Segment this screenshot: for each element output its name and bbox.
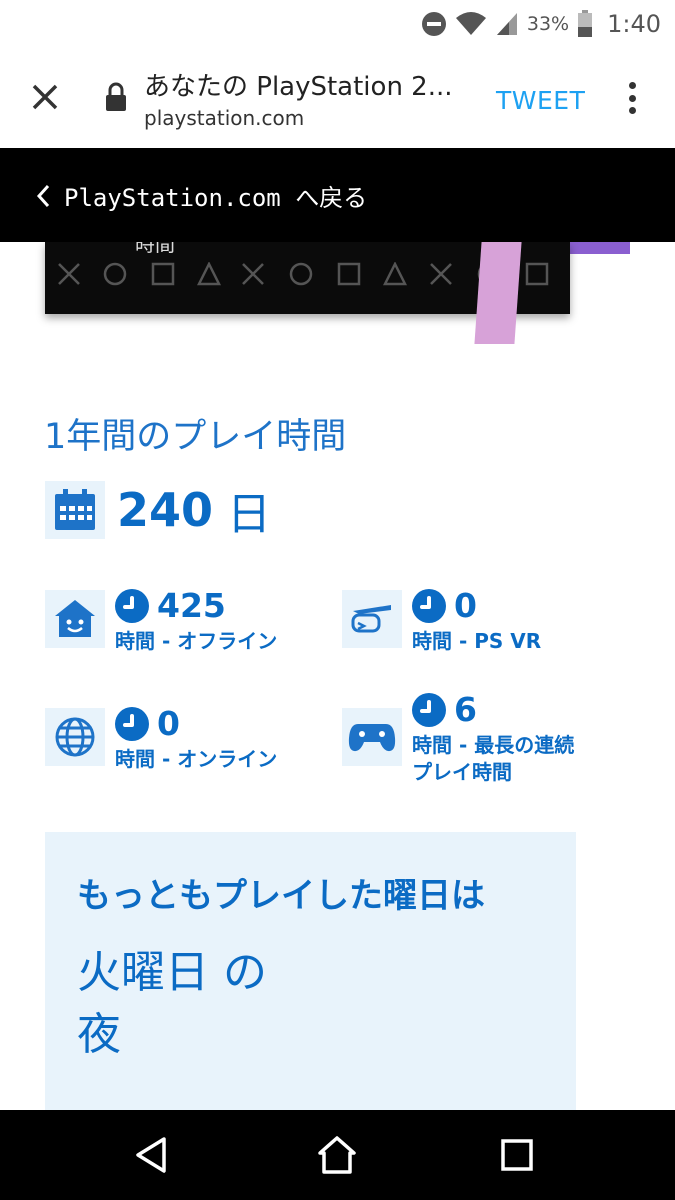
longest-session-value: 6 (454, 690, 477, 729)
clock-icon (115, 589, 149, 623)
do-not-disturb-icon (421, 12, 446, 36)
most-played-time: 夜 (77, 1009, 121, 1060)
clock-icon (412, 589, 446, 623)
chevron-left-icon (36, 184, 50, 207)
tweet-button[interactable]: TWEET (496, 86, 585, 115)
calendar-icon (45, 481, 105, 539)
status-bar: 33% 1:40 (0, 0, 675, 48)
section-title: 1年間のプレイ時間 (44, 417, 347, 457)
battery-percent: 33% (526, 13, 570, 35)
close-icon (32, 84, 58, 110)
most-played-day: 火曜日 の (77, 947, 267, 998)
stat-online: 0 時間 - オンライン (45, 706, 277, 773)
days-played-row: 240 日 (45, 478, 271, 542)
lock-icon (106, 82, 126, 111)
longest-session-label-line1: 時間 - 最長の連続 (412, 733, 575, 757)
home-icon (318, 1136, 356, 1174)
nav-back-button[interactable] (126, 1132, 176, 1178)
home-face-icon (45, 590, 105, 648)
clock-time: 1:40 (607, 10, 661, 38)
signal-icon (496, 13, 517, 35)
recents-square-icon (501, 1139, 533, 1171)
page-title: あなたの PlayStation 2... (144, 72, 453, 102)
online-label: 時間 - オンライン (115, 747, 278, 771)
decorative-pink-ribbon (474, 242, 522, 344)
card-peek-text: 時間 (135, 242, 175, 256)
clock-icon (115, 707, 149, 741)
close-button[interactable] (22, 74, 68, 120)
psvr-label: 時間 - PS VR (412, 629, 542, 653)
nav-recents-button[interactable] (492, 1132, 542, 1178)
longest-session-label-line2: プレイ時間 (412, 760, 512, 784)
days-unit: 日 (227, 489, 272, 540)
decorative-purple-strip (570, 242, 630, 254)
online-hours-value: 0 (157, 704, 180, 743)
psvr-hours-value: 0 (454, 586, 477, 625)
status-icons: 33% 1:40 (421, 0, 661, 48)
back-bar: PlayStation.com へ戻る (0, 148, 675, 242)
offline-label: 時間 - オフライン (115, 629, 278, 653)
stat-offline: 425 時間 - オフライン (45, 588, 277, 655)
globe-icon (45, 708, 105, 766)
clock-icon (412, 693, 446, 727)
vr-headset-icon (342, 590, 402, 648)
battery-icon (578, 10, 593, 37)
android-nav-bar (0, 1110, 675, 1200)
offline-hours-value: 425 (157, 586, 226, 625)
wifi-icon (455, 12, 486, 35)
most-played-title: もっともプレイした曜日は (77, 876, 485, 916)
back-triangle-icon (136, 1137, 166, 1173)
more-vert-icon[interactable] (620, 78, 644, 118)
most-played-day-card: もっともプレイした曜日は 火曜日 の 夜 (45, 832, 576, 1112)
browser-toolbar: あなたの PlayStation 2... playstation.com TW… (0, 48, 675, 196)
nav-home-button[interactable] (312, 1132, 362, 1178)
controller-icon (342, 708, 402, 766)
days-value: 240 (117, 483, 214, 537)
longest-session-label: 時間 - 最長の連続 プレイ時間 (412, 732, 574, 786)
page-domain: playstation.com (144, 106, 305, 130)
back-link-label: PlayStation.com へ戻る (64, 184, 368, 212)
stat-longest-session: 6 時間 - 最長の連続 プレイ時間 (342, 692, 574, 786)
stat-psvr: 0 時間 - PS VR (342, 588, 541, 655)
back-to-playstation-link[interactable]: PlayStation.com へ戻る (36, 178, 367, 213)
